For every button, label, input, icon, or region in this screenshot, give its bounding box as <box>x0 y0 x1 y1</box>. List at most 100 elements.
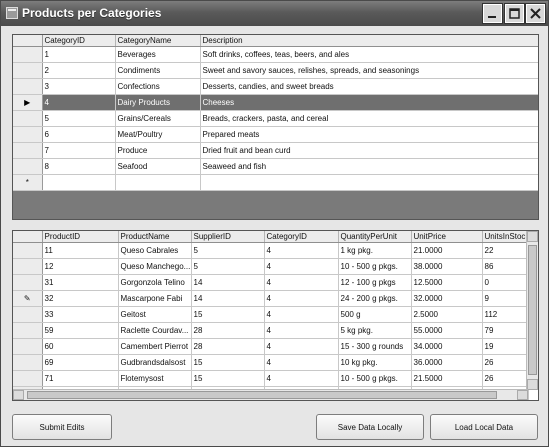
table-cell[interactable]: Geitost <box>118 306 192 323</box>
table-cell[interactable]: 26 <box>482 370 529 387</box>
row-header[interactable] <box>13 158 43 175</box>
row-header[interactable] <box>13 306 43 323</box>
table-cell[interactable]: 4 <box>264 306 339 323</box>
table-cell[interactable]: Seaweed and fish <box>200 158 538 175</box>
table-cell[interactable]: 1 kg pkg. <box>338 242 412 259</box>
table-cell[interactable]: 26 <box>482 354 529 371</box>
table-cell[interactable]: 5 <box>191 258 265 275</box>
table-cell[interactable]: 12 - 100 g pkgs <box>338 274 412 291</box>
table-cell[interactable]: 4 <box>264 258 339 275</box>
scroll-down-arrow[interactable] <box>527 379 538 390</box>
table-cell[interactable]: Flotemysost <box>118 370 192 387</box>
table-cell[interactable]: 36.0000 <box>411 354 483 371</box>
table-cell[interactable]: 7 <box>42 142 116 159</box>
table-cell[interactable]: 10 - 500 g pkgs. <box>338 370 412 387</box>
row-header[interactable]: ✎ <box>13 290 43 307</box>
table-cell[interactable]: Breads, crackers, pasta, and cereal <box>200 110 538 127</box>
table-row[interactable]: 7 Produce Dried fruit and bean curd <box>13 142 538 159</box>
table-cell[interactable]: 4 <box>264 322 339 339</box>
row-header[interactable] <box>13 354 43 371</box>
table-cell[interactable]: 15 <box>191 370 265 387</box>
table-cell[interactable]: 15 <box>191 354 265 371</box>
table-cell[interactable]: 86 <box>482 258 529 275</box>
table-cell[interactable]: 4 <box>264 242 339 259</box>
row-header[interactable] <box>13 142 43 159</box>
table-cell[interactable]: Soft drinks, coffees, teas, beers, and a… <box>200 46 538 63</box>
table-cell[interactable]: 21.0000 <box>411 242 483 259</box>
table-cell[interactable]: 14 <box>191 290 265 307</box>
row-header[interactable] <box>13 126 43 143</box>
table-cell[interactable]: Camembert Pierrot <box>118 338 192 355</box>
load-local-data-button[interactable]: Load Local Data <box>430 414 538 440</box>
products-horizontal-scrollbar[interactable] <box>13 389 528 400</box>
row-header[interactable] <box>13 110 43 127</box>
table-cell[interactable]: Mascarpone Fabi <box>118 290 192 307</box>
table-cell[interactable]: 79 <box>482 322 529 339</box>
table-cell[interactable]: 1 <box>42 46 116 63</box>
table-cell[interactable] <box>115 174 201 191</box>
table-cell[interactable]: 4 <box>264 370 339 387</box>
table-row[interactable]: 33 Geitost 15 4 500 g 2.5000 112 <box>13 306 529 323</box>
table-cell[interactable]: 28 <box>191 338 265 355</box>
table-cell[interactable]: Grains/Cereals <box>115 110 201 127</box>
table-row[interactable]: 6 Meat/Poultry Prepared meats <box>13 126 538 143</box>
column-header[interactable]: SupplierID <box>191 231 265 243</box>
table-cell[interactable]: 10 kg pkg. <box>338 354 412 371</box>
table-cell[interactable]: Gudbrandsdalsost <box>118 354 192 371</box>
row-header[interactable] <box>13 242 43 259</box>
table-cell[interactable]: 59 <box>42 322 119 339</box>
table-cell[interactable]: 0 <box>482 274 529 291</box>
table-row[interactable]: 3 Confections Desserts, candies, and sweet… <box>13 78 538 95</box>
table-cell[interactable]: 12 <box>42 258 119 275</box>
table-row[interactable]: 31 Gorgonzola Telino 14 4 12 - 100 g pkgs 12.… <box>13 274 529 291</box>
column-header[interactable]: UnitsInStoc <box>482 231 529 243</box>
table-cell[interactable]: 2 <box>42 62 116 79</box>
table-cell[interactable]: 6 <box>42 126 116 143</box>
table-cell[interactable]: Cheeses <box>200 94 538 111</box>
row-header[interactable] <box>13 62 43 79</box>
table-row[interactable]: 8 Seafood Seaweed and fish <box>13 158 538 175</box>
row-header[interactable] <box>13 258 43 275</box>
maximize-button[interactable] <box>505 4 524 23</box>
column-header[interactable]: Description <box>200 35 538 47</box>
table-cell[interactable]: 15 - 300 g rounds <box>338 338 412 355</box>
column-header[interactable]: ProductID <box>42 231 119 243</box>
table-row[interactable]: 11 Queso Cabrales 5 4 1 kg pkg. 21.0000 22 <box>13 242 529 259</box>
save-data-locally-button[interactable]: Save Data Locally <box>316 414 424 440</box>
table-row[interactable]: 12 Queso Manchego... 5 4 10 - 500 g pkgs. 38.… <box>13 258 529 275</box>
row-header[interactable] <box>13 338 43 355</box>
products-grid[interactable]: ProductID ProductName SupplierID CategoryID… <box>12 230 539 401</box>
table-row[interactable]: 1 Beverages Soft drinks, coffees, teas, be… <box>13 46 538 63</box>
scroll-thumb[interactable] <box>528 245 537 375</box>
table-row[interactable]: ▶ 4 Dairy Products Cheeses <box>13 94 538 111</box>
table-cell[interactable]: 60 <box>42 338 119 355</box>
table-cell[interactable]: 15 <box>191 306 265 323</box>
column-header[interactable]: CategoryName <box>115 35 201 47</box>
table-cell[interactable]: 4 <box>264 354 339 371</box>
products-vertical-scrollbar[interactable] <box>526 231 538 390</box>
table-cell[interactable]: 28 <box>191 322 265 339</box>
new-row[interactable]: * <box>13 174 538 191</box>
scroll-up-arrow[interactable] <box>527 231 538 242</box>
table-cell[interactable] <box>42 174 116 191</box>
row-header-corner[interactable] <box>13 231 43 243</box>
title-bar[interactable]: Products per Categories <box>1 1 548 26</box>
row-header[interactable] <box>13 322 43 339</box>
table-cell[interactable]: 38.0000 <box>411 258 483 275</box>
table-row[interactable]: 60 Camembert Pierrot 28 4 15 - 300 g rounds 3… <box>13 338 529 355</box>
table-cell[interactable]: 34.0000 <box>411 338 483 355</box>
table-cell[interactable]: 2.5000 <box>411 306 483 323</box>
categories-grid[interactable]: CategoryID CategoryName Description 1 Bever… <box>12 34 539 220</box>
close-button[interactable] <box>526 4 545 23</box>
table-cell[interactable]: 19 <box>482 338 529 355</box>
row-header[interactable] <box>13 78 43 95</box>
table-cell[interactable]: 5 <box>42 110 116 127</box>
table-cell[interactable]: Meat/Poultry <box>115 126 201 143</box>
row-header[interactable]: ▶ <box>13 94 43 111</box>
table-row[interactable]: ✎ 32 Mascarpone Fabi 14 4 24 - 200 g pkgs. 32.… <box>13 290 529 307</box>
table-cell[interactable]: 32.0000 <box>411 290 483 307</box>
table-cell[interactable]: 31 <box>42 274 119 291</box>
table-cell[interactable]: Condiments <box>115 62 201 79</box>
table-cell[interactable]: Confections <box>115 78 201 95</box>
table-cell[interactable]: 55.0000 <box>411 322 483 339</box>
